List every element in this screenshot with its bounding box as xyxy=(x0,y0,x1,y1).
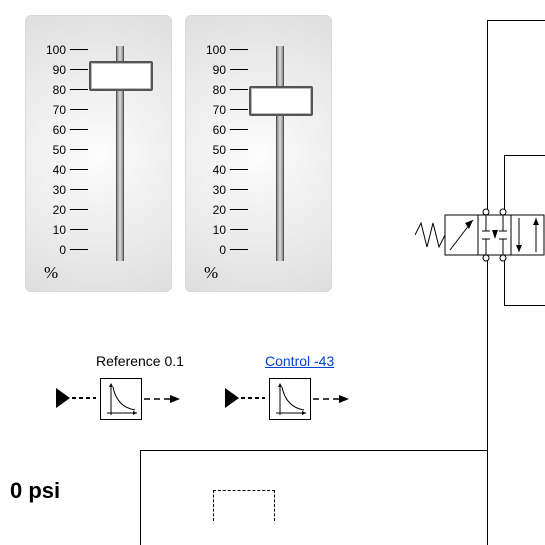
pipe xyxy=(140,450,488,451)
scale-tick-mark xyxy=(230,149,248,150)
scale-tick-label: 60 xyxy=(202,123,226,137)
scale-tick-mark xyxy=(70,189,88,190)
scale-tick: 60 xyxy=(42,122,88,137)
scale-tick: 30 xyxy=(42,182,88,197)
signal-output-arrow-icon xyxy=(313,392,349,404)
scale-tick-label: 100 xyxy=(202,43,226,57)
scale-tick: 10 xyxy=(202,222,248,237)
scale-tick-label: 0 xyxy=(42,243,66,257)
scale-tick-label: 40 xyxy=(202,163,226,177)
scale-tick: 0 xyxy=(202,242,248,257)
pipe xyxy=(487,20,488,210)
scale-tick-label: 10 xyxy=(202,223,226,237)
transfer-function-icon xyxy=(100,378,142,420)
scale-tick-mark xyxy=(230,129,248,130)
slider-unit: % xyxy=(44,263,58,283)
slider-reference: % 1009080706050403020100 xyxy=(25,15,172,292)
signal-output-arrow-icon xyxy=(144,392,180,404)
scale-tick-mark xyxy=(230,229,248,230)
scale-tick-mark xyxy=(230,89,248,90)
scale-tick-label: 90 xyxy=(42,63,66,77)
pressure-readout: 0 psi xyxy=(10,478,60,504)
scale-tick-mark xyxy=(70,149,88,150)
scale-tick-mark xyxy=(70,109,88,110)
scale-tick: 10 xyxy=(42,222,88,237)
signal-input-arrow-icon xyxy=(225,388,265,408)
scale-tick-mark xyxy=(70,229,88,230)
transfer-function-icon xyxy=(269,378,311,420)
slider-rail xyxy=(276,46,284,261)
scale-tick-label: 50 xyxy=(42,143,66,157)
scale-tick-mark xyxy=(230,109,248,110)
scale-tick: 50 xyxy=(42,142,88,157)
scale-tick-mark xyxy=(70,209,88,210)
scale-tick-mark xyxy=(230,249,248,250)
scale-tick-label: 20 xyxy=(42,203,66,217)
scale-tick-label: 20 xyxy=(202,203,226,217)
scale-tick: 80 xyxy=(42,82,88,97)
scale-tick-label: 30 xyxy=(202,183,226,197)
scale-tick-label: 0 xyxy=(202,243,226,257)
scale-tick-mark xyxy=(70,69,88,70)
pipe xyxy=(504,305,545,306)
pipe xyxy=(504,260,505,305)
scale-tick-mark xyxy=(230,69,248,70)
scale-tick-label: 80 xyxy=(42,83,66,97)
directional-valve-icon xyxy=(415,205,545,270)
scale-tick-mark xyxy=(230,169,248,170)
scale-tick-label: 40 xyxy=(42,163,66,177)
signal-input-arrow-icon xyxy=(56,388,96,408)
scale-tick-mark xyxy=(70,49,88,50)
scale-tick: 70 xyxy=(202,102,248,117)
scale-tick: 20 xyxy=(202,202,248,217)
scale-tick-label: 60 xyxy=(42,123,66,137)
scale-tick-mark xyxy=(230,49,248,50)
scale-tick-mark xyxy=(230,189,248,190)
pipe xyxy=(487,260,488,545)
slider-unit: % xyxy=(204,263,218,283)
scale-tick-mark xyxy=(70,129,88,130)
slider-knob[interactable] xyxy=(249,86,313,116)
scale-tick: 30 xyxy=(202,182,248,197)
scale-tick-label: 50 xyxy=(202,143,226,157)
scale-tick: 50 xyxy=(202,142,248,157)
pipe xyxy=(504,155,505,210)
scale-tick: 20 xyxy=(42,202,88,217)
scale-tick-mark xyxy=(70,249,88,250)
scale-tick-label: 80 xyxy=(202,83,226,97)
pipe xyxy=(487,20,545,21)
pipe xyxy=(140,450,141,545)
scale-tick-label: 100 xyxy=(42,43,66,57)
scale-tick: 100 xyxy=(202,42,248,57)
scale-tick-label: 90 xyxy=(202,63,226,77)
scale-tick: 40 xyxy=(42,162,88,177)
scale-tick: 90 xyxy=(202,62,248,77)
scale-tick-label: 70 xyxy=(42,103,66,117)
scale-tick: 60 xyxy=(202,122,248,137)
scale-tick-label: 30 xyxy=(42,183,66,197)
signal-label: Reference 0.1 xyxy=(96,353,184,369)
scale-tick-label: 10 xyxy=(42,223,66,237)
scale-tick-mark xyxy=(230,209,248,210)
scale-tick: 70 xyxy=(42,102,88,117)
scale-tick: 100 xyxy=(42,42,88,57)
scale-tick-mark xyxy=(70,169,88,170)
scale-tick: 90 xyxy=(42,62,88,77)
scale-tick: 0 xyxy=(42,242,88,257)
scale-tick: 40 xyxy=(202,162,248,177)
scale-tick-label: 70 xyxy=(202,103,226,117)
dashed-component-icon xyxy=(213,490,275,521)
scale-tick-mark xyxy=(70,89,88,90)
slider-control: % 1009080706050403020100 xyxy=(185,15,332,292)
slider-knob[interactable] xyxy=(89,61,153,91)
signal-label-link[interactable]: Control -43 xyxy=(265,353,334,369)
scale-tick: 80 xyxy=(202,82,248,97)
pipe xyxy=(504,155,545,156)
